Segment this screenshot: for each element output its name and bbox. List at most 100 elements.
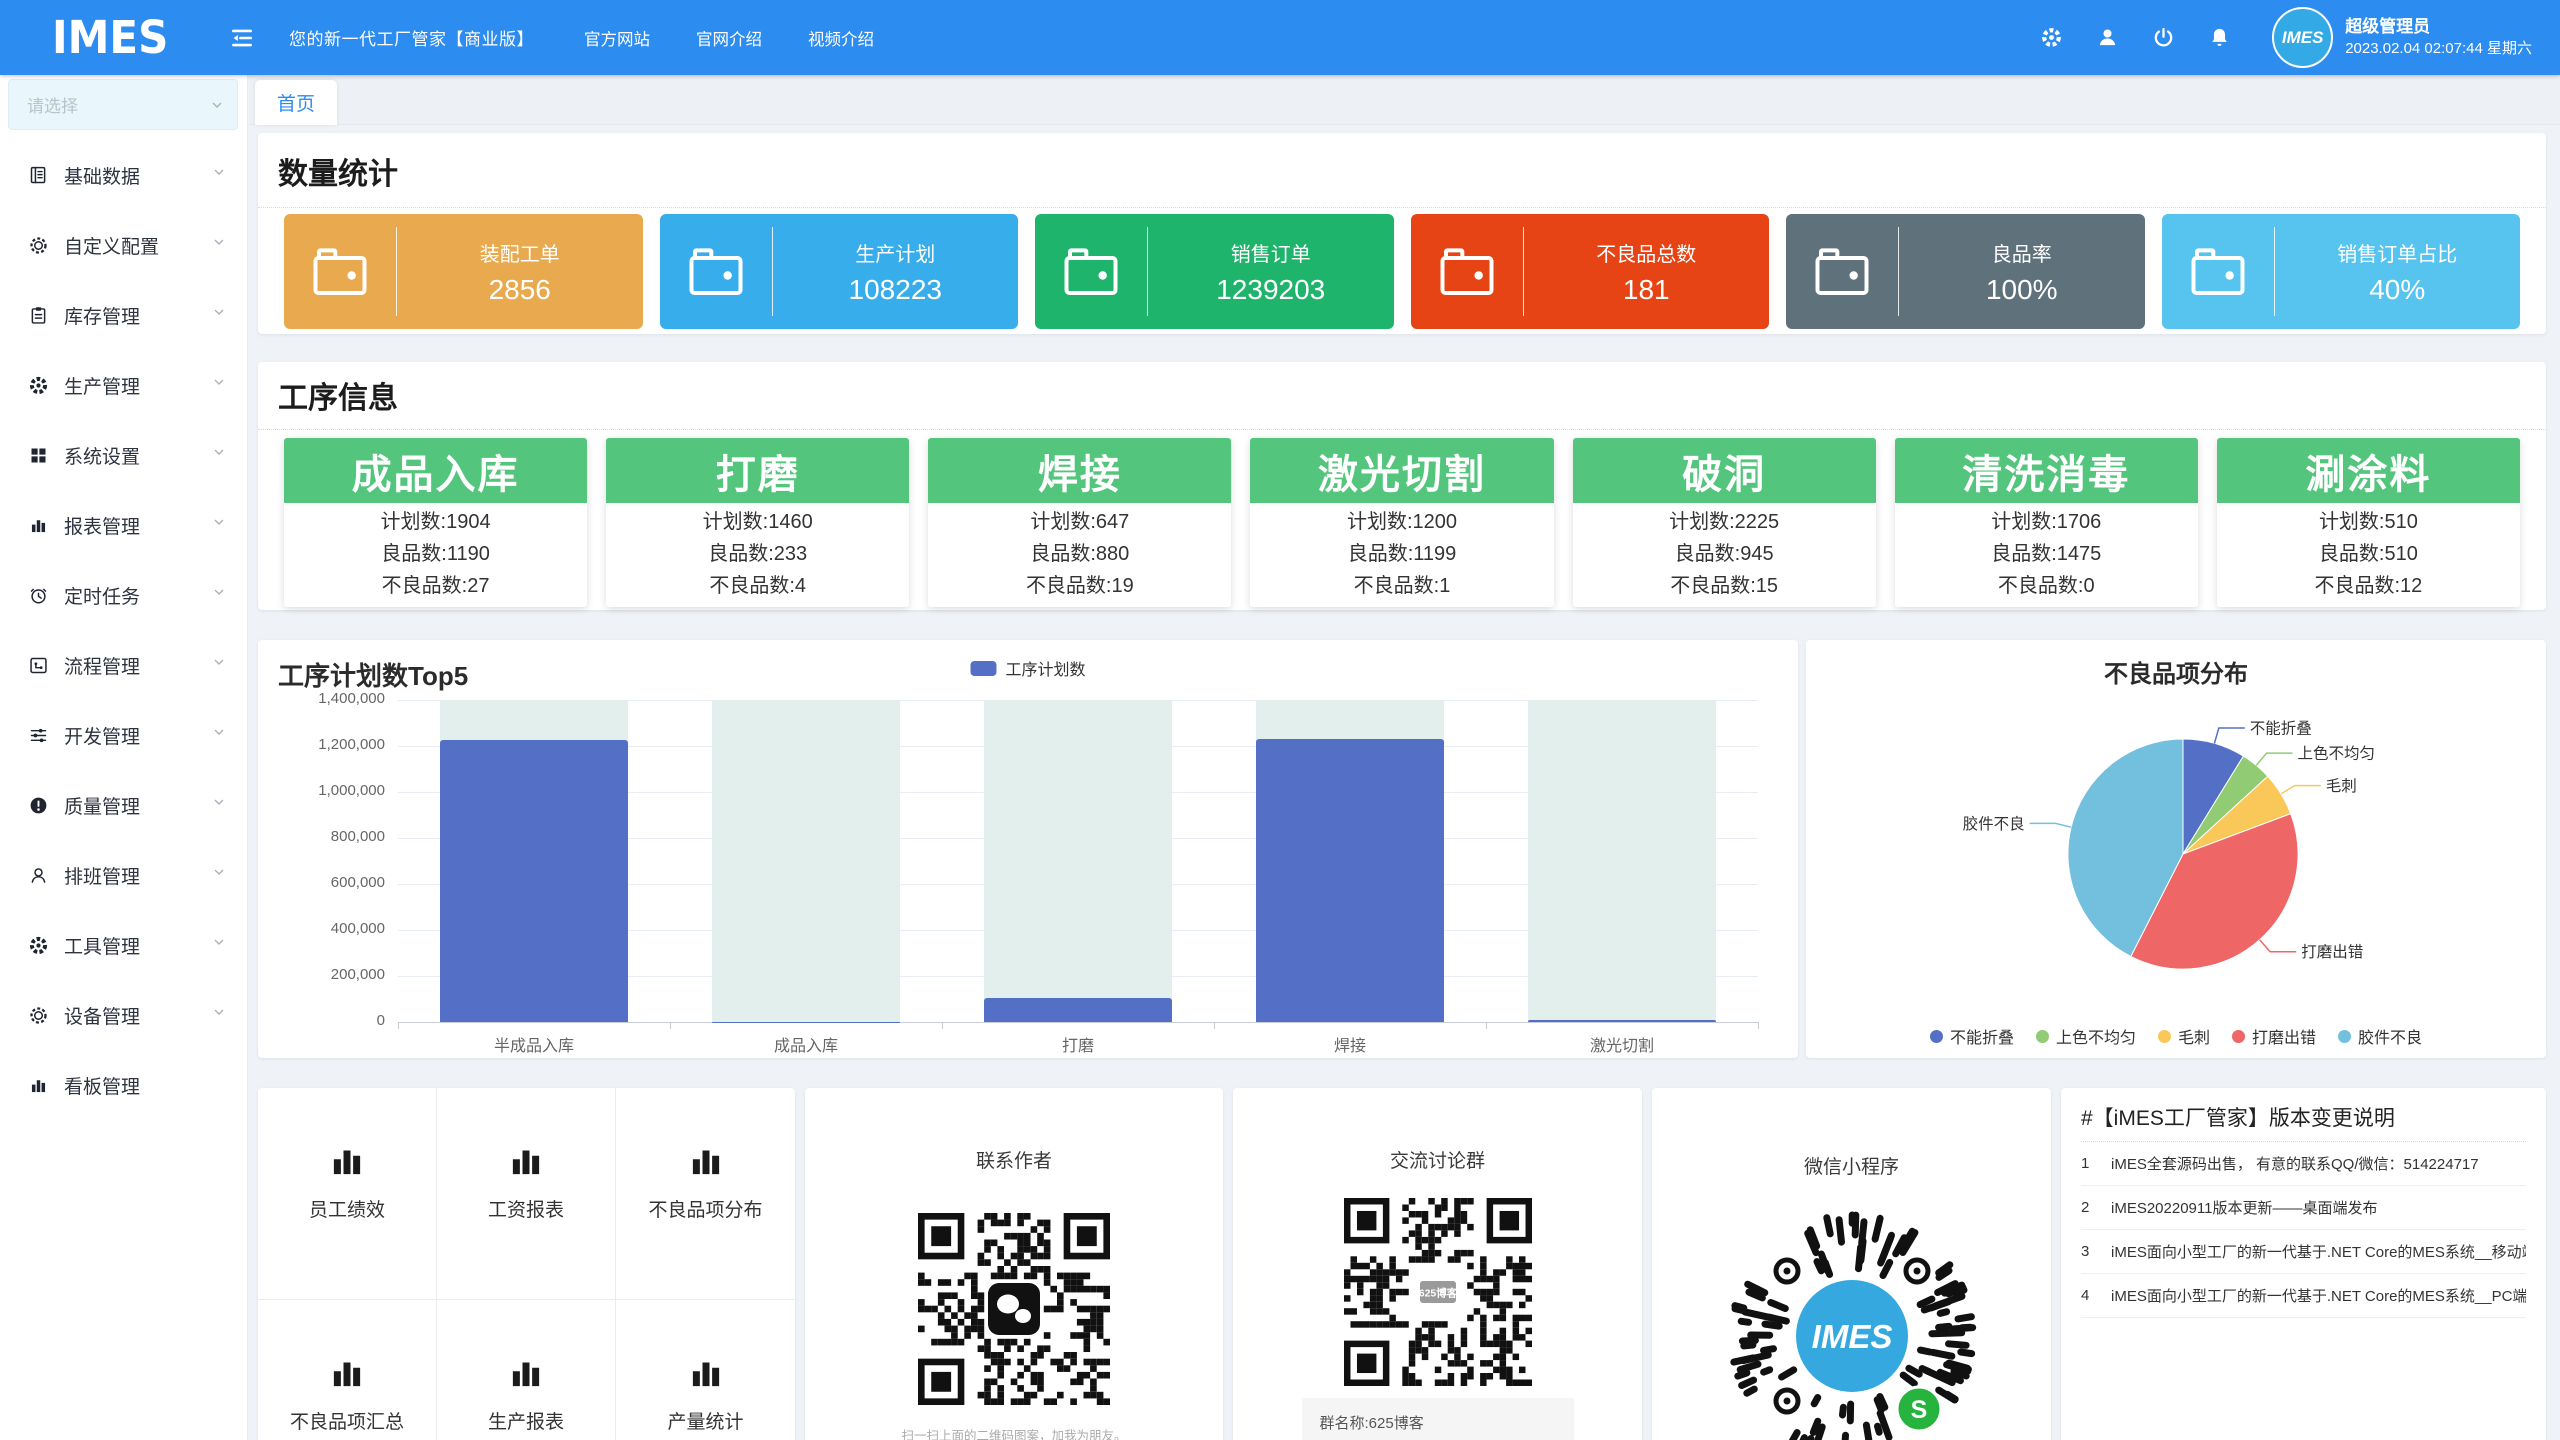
settings-icon[interactable]: [2040, 26, 2063, 49]
chevron-down-icon: [211, 724, 227, 746]
bar-chart-icon: [326, 1140, 368, 1182]
stat-label: 销售订单占比: [2337, 238, 2457, 267]
chevron-down-icon: [211, 794, 227, 816]
report-label: 工资报表: [488, 1195, 564, 1222]
chevron-down-icon: [211, 934, 227, 956]
stat-label: 不良品总数: [1596, 238, 1696, 267]
sidebar-item-label: 设备管理: [64, 1002, 211, 1029]
stat-card-销售订单[interactable]: 销售订单 1239203: [1035, 214, 1394, 329]
sidebar-item-工具管理[interactable]: 工具管理: [0, 910, 247, 980]
x-tick: [670, 1022, 671, 1029]
process-card-涮涂料[interactable]: 涮涂料 计划数:510 良品数:510 不良品数:12: [2217, 438, 2520, 607]
bar-打磨[interactable]: [984, 998, 1172, 1022]
version-row: 1iMES全套源码出售， 有意的联系QQ/微信：514224717: [2081, 1142, 2526, 1186]
stat-card-装配工单[interactable]: 装配工单 2856: [284, 214, 643, 329]
sidebar-item-库存管理[interactable]: 库存管理: [0, 280, 247, 350]
y-axis-label: 600,000: [273, 874, 385, 891]
pie-legend-上色不均匀[interactable]: 上色不均匀: [2036, 1024, 2136, 1048]
nav-link-视频介绍[interactable]: 视频介绍: [808, 26, 874, 50]
plan-count: 计划数:1904: [284, 506, 587, 538]
bar-激光切割[interactable]: [1528, 1020, 1716, 1022]
process-panel: 工序信息 成品入库 计划数:1904 良品数:1190 不良品数:27 打磨 计…: [258, 362, 2546, 610]
stat-card-销售订单占比[interactable]: 销售订单占比 40%: [2162, 214, 2521, 329]
user-icon[interactable]: [2096, 26, 2119, 49]
bar-成品入库[interactable]: [712, 1022, 900, 1023]
stat-card-生产计划[interactable]: 生产计划 108223: [660, 214, 1019, 329]
good-count: 良品数:233: [606, 538, 909, 570]
stats-panel: 数量统计 装配工单 2856 生产计划 108223 销售订单 1239203 …: [258, 133, 2546, 334]
sidebar-search-select[interactable]: 请选择: [8, 79, 238, 130]
gear-solid-icon: [28, 935, 49, 956]
stat-card-不良品总数[interactable]: 不良品总数 181: [1411, 214, 1770, 329]
y-axis-label: 0: [273, 1012, 385, 1029]
sidebar-item-label: 质量管理: [64, 792, 211, 819]
sidebar-item-看板管理[interactable]: 看板管理: [0, 1050, 247, 1120]
sidebar-item-报表管理[interactable]: 报表管理: [0, 490, 247, 560]
process-card-焊接[interactable]: 焊接 计划数:647 良品数:880 不良品数:19: [928, 438, 1231, 607]
miniprogram-title: 微信小程序: [1652, 1088, 2051, 1179]
menu-fold-icon[interactable]: [229, 25, 255, 51]
process-card-打磨[interactable]: 打磨 计划数:1460 良品数:233 不良品数:4: [606, 438, 909, 607]
bar-焊接[interactable]: [1256, 739, 1444, 1022]
bar-半成品入库[interactable]: [440, 740, 628, 1022]
sidebar-item-label: 系统设置: [64, 442, 211, 469]
grid-icon: [28, 445, 49, 466]
legend-dot: [2036, 1030, 2049, 1043]
plan-count: 计划数:2225: [1573, 506, 1876, 538]
defect-count: 不良品数:12: [2217, 570, 2520, 602]
legend-dot: [2338, 1030, 2351, 1043]
app-logo: IMES: [52, 11, 177, 64]
sidebar-item-基础数据[interactable]: 基础数据: [0, 140, 247, 210]
x-axis: [398, 1022, 1758, 1023]
sidebar-item-质量管理[interactable]: 质量管理: [0, 770, 247, 840]
tab-home[interactable]: 首页: [255, 80, 337, 125]
stat-card-良品率[interactable]: 良品率 100%: [1786, 214, 2145, 329]
pie-legend-胶件不良[interactable]: 胶件不良: [2338, 1024, 2422, 1048]
user-role: 超级管理员: [2345, 16, 2532, 39]
report-shortcut-员工绩效[interactable]: 员工绩效: [258, 1088, 437, 1300]
report-shortcut-产量统计[interactable]: 产量统计: [616, 1300, 795, 1440]
process-card-激光切割[interactable]: 激光切割 计划数:1200 良品数:1199 不良品数:1: [1250, 438, 1553, 607]
chevron-down-icon: [211, 374, 227, 396]
report-shortcut-工资报表[interactable]: 工资报表: [437, 1088, 616, 1300]
power-icon[interactable]: [2152, 26, 2175, 49]
sidebar-item-生产管理[interactable]: 生产管理: [0, 350, 247, 420]
report-shortcut-生产报表[interactable]: 生产报表: [437, 1300, 616, 1440]
avatar[interactable]: IMES: [2272, 7, 2333, 68]
report-shortcut-不良品项分布[interactable]: 不良品项分布: [616, 1088, 795, 1300]
bell-icon[interactable]: [2208, 26, 2231, 49]
good-count: 良品数:945: [1573, 538, 1876, 570]
pie-legend-不能折叠[interactable]: 不能折叠: [1930, 1024, 2014, 1048]
nav-link-官方网站[interactable]: 官方网站: [584, 26, 650, 50]
version-row: 3iMES面向小型工厂的新一代基于.NET Core的MES系统__移动端: [2081, 1230, 2526, 1274]
process-card-破洞[interactable]: 破洞 计划数:2225 良品数:945 不良品数:15: [1573, 438, 1876, 607]
x-tick: [1758, 1022, 1759, 1029]
sidebar-item-定时任务[interactable]: 定时任务: [0, 560, 247, 630]
sidebar-item-设备管理[interactable]: 设备管理: [0, 980, 247, 1050]
sidebar: 请选择 基础数据 自定义配置 库存管理 生产管理 系统设置 报表管理 定时任务 …: [0, 75, 248, 1440]
process-card-成品入库[interactable]: 成品入库 计划数:1904 良品数:1190 不良品数:27: [284, 438, 587, 607]
bar-chart-icon: [505, 1140, 547, 1182]
sidebar-item-流程管理[interactable]: 流程管理: [0, 630, 247, 700]
bar-chart-legend[interactable]: 工序计划数: [970, 656, 1085, 680]
bar-chart-icon: [505, 1352, 547, 1394]
folder-icon: [2162, 214, 2274, 329]
good-count: 良品数:1199: [1250, 538, 1553, 570]
sidebar-item-自定义配置[interactable]: 自定义配置: [0, 210, 247, 280]
report-label: 不良品项分布: [648, 1195, 762, 1222]
pie-label-line: [2260, 940, 2297, 952]
pie-legend-打磨出错[interactable]: 打磨出错: [2232, 1024, 2316, 1048]
sidebar-item-系统设置[interactable]: 系统设置: [0, 420, 247, 490]
process-name: 打磨: [606, 438, 909, 503]
sidebar-item-开发管理[interactable]: 开发管理: [0, 700, 247, 770]
process-card-清洗消毒[interactable]: 清洗消毒 计划数:1706 良品数:1475 不良品数:0: [1895, 438, 2198, 607]
pie-legend-毛刺[interactable]: 毛刺: [2158, 1024, 2210, 1048]
pie-label: 不能折叠: [2250, 720, 2312, 738]
version-row: 4iMES面向小型工厂的新一代基于.NET Core的MES系统__PC端: [2081, 1274, 2526, 1318]
legend-dot: [2158, 1030, 2171, 1043]
report-shortcut-不良品项汇总[interactable]: 不良品项汇总: [258, 1300, 437, 1440]
good-count: 良品数:1190: [284, 538, 587, 570]
pie-label: 胶件不良: [1963, 815, 2025, 833]
nav-link-官网介绍[interactable]: 官网介绍: [696, 26, 762, 50]
sidebar-item-排班管理[interactable]: 排班管理: [0, 840, 247, 910]
